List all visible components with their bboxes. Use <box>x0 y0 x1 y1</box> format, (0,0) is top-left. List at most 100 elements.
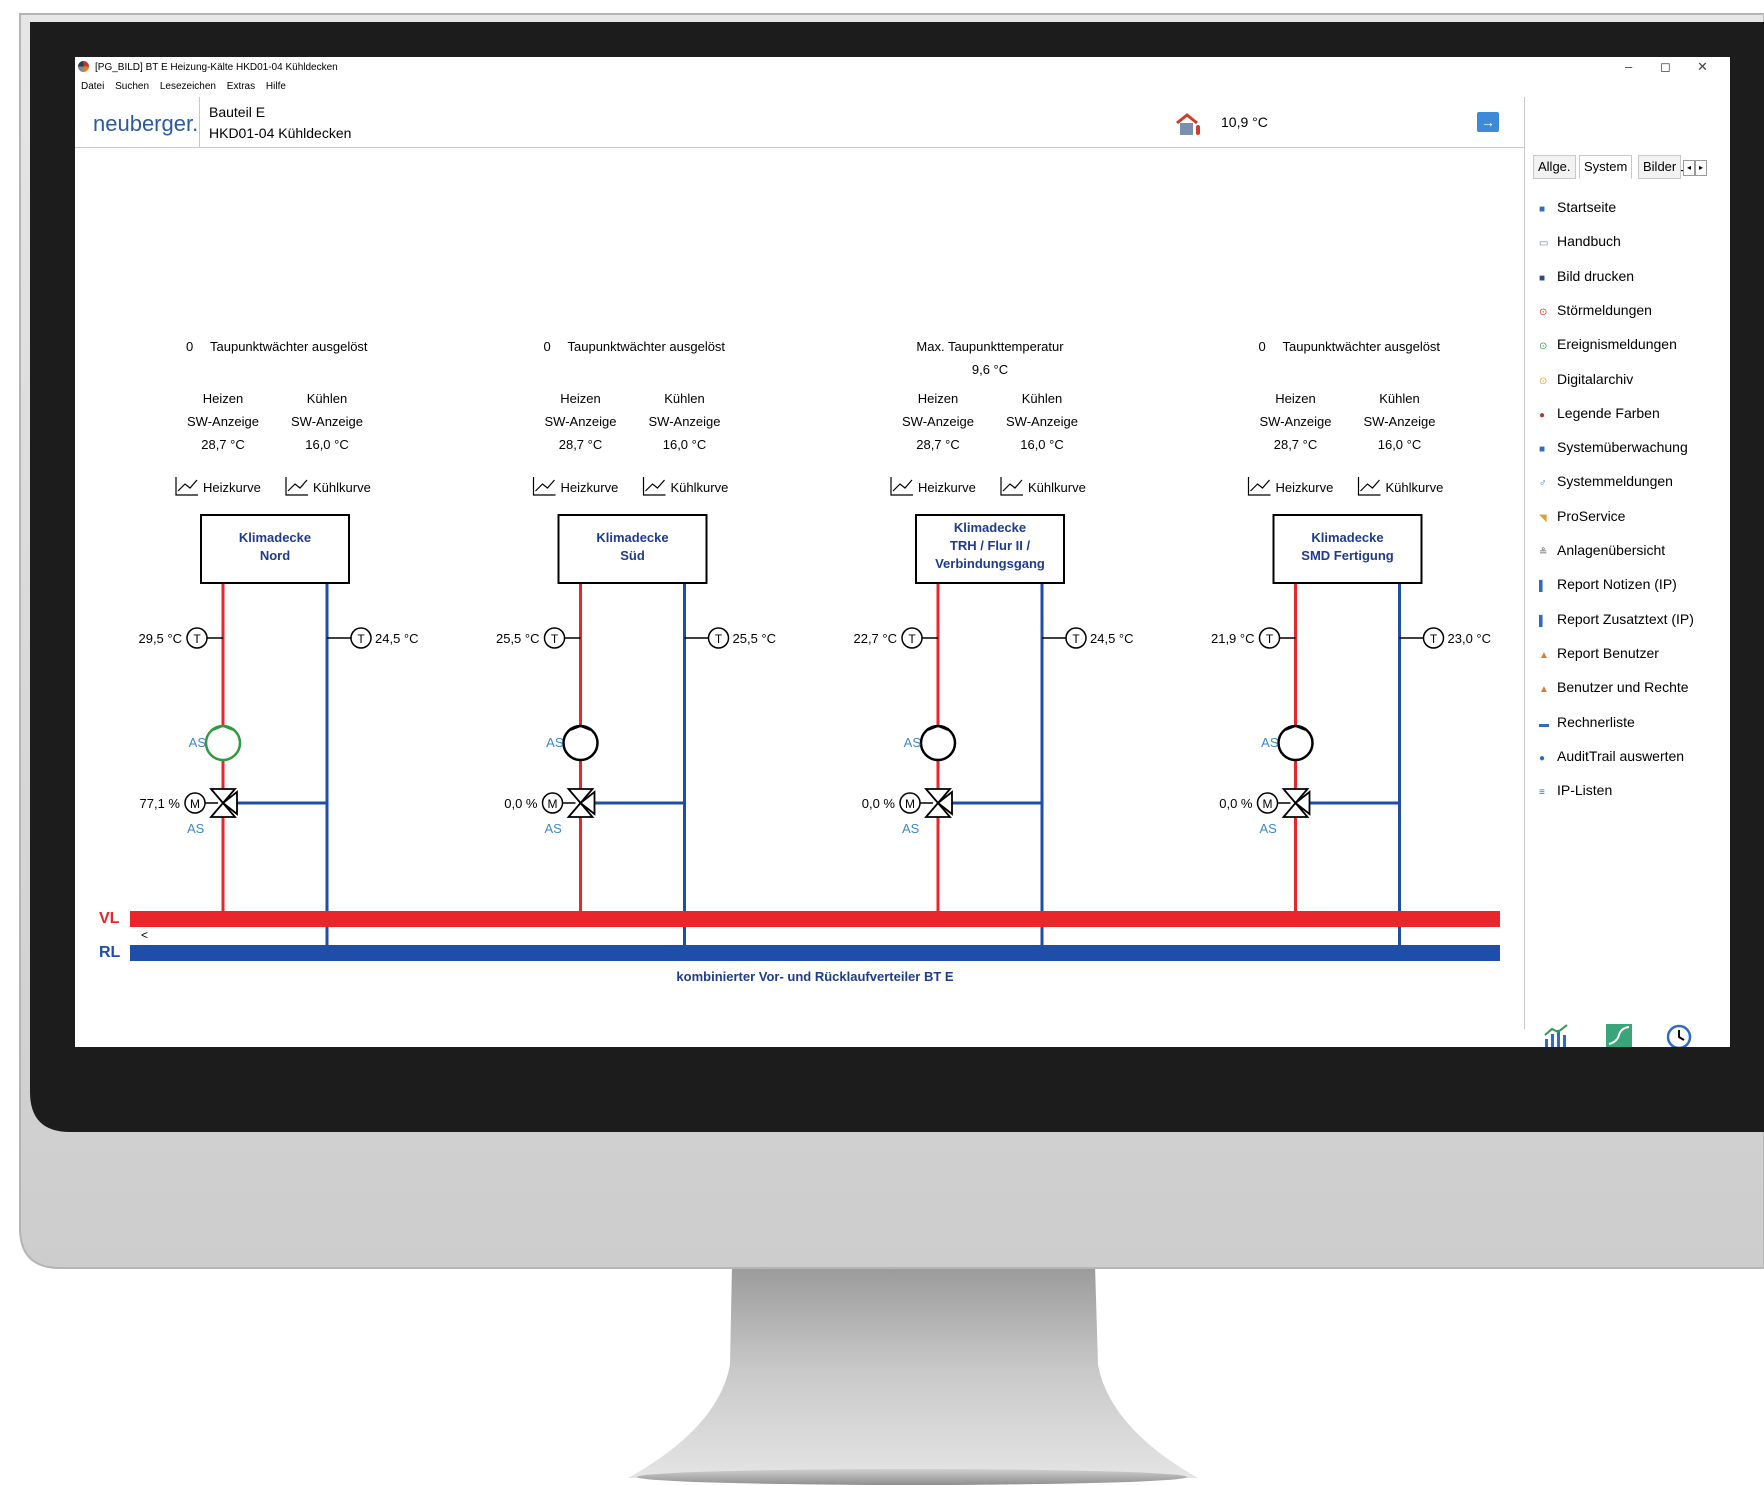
application-screen: [PG_BILD] BT E Heizung-Kälte HKD01-04 Kü… <box>75 57 1730 1047</box>
tab-scroll-right-button[interactable]: ▸ <box>1695 160 1707 176</box>
sidebar-item-ip-listen[interactable]: ≡ IP-Listen <box>1539 780 1612 800</box>
next-page-button[interactable]: → <box>1477 112 1499 132</box>
heating-curve-button: Heizkurve <box>918 480 976 495</box>
sidebar-item-label: Ereignismeldungen <box>1557 336 1677 353</box>
bar-chart-icon[interactable] <box>1543 1023 1571 1047</box>
cooling-curve-icon <box>642 477 666 496</box>
sidebar-item-report-benutzer[interactable]: ▲ Report Benutzer <box>1539 643 1659 663</box>
circulation-pump <box>204 724 242 762</box>
menu-hilfe[interactable]: Hilfe <box>266 81 286 92</box>
heating-curve-icon <box>890 477 913 496</box>
distributor-caption: kombinierter Vor- und Rücklaufverteiler … <box>676 969 953 984</box>
valve-position-value: 77,1 % <box>140 796 181 811</box>
return-temperature-value: 24,5 °C <box>1090 631 1134 646</box>
cooling-curve-button: Kühlkurve <box>313 480 371 495</box>
return-sensor-symbol: T <box>715 632 723 646</box>
heat-label: Heizen <box>918 391 958 406</box>
menu-suchen[interactable]: Suchen <box>115 81 149 92</box>
service-icon: ◥ <box>1539 512 1547 524</box>
heat-setpoint-value: 28,7 °C <box>916 437 960 452</box>
sidebar-item-proservice[interactable]: ◥ ProService <box>1539 506 1625 526</box>
consumer-name-line: TRH / Flur II / <box>950 538 1031 553</box>
home-icon: ■ <box>1539 204 1546 215</box>
maximize-button[interactable]: ◻ <box>1660 59 1671 75</box>
valve-auto-label: AS <box>1260 821 1278 836</box>
heat-setpoint-label: SW-Anzeige <box>544 414 616 429</box>
circulation-pump <box>1277 724 1314 762</box>
page-header: neuberger. Bauteil E HKD01-04 Kühldecken… <box>75 97 1525 148</box>
heat-setpoint-value: 28,7 °C <box>1274 437 1318 452</box>
sidebar-item-störmeldungen[interactable]: ⊙ Störmeldungen <box>1539 300 1652 320</box>
sidebar-item-systemmeldungen[interactable]: ♂ Systemmeldungen <box>1539 471 1673 491</box>
pump-auto-label: AS <box>546 735 564 750</box>
trend-icon[interactable] <box>1605 1023 1633 1047</box>
supply-sensor-symbol: T <box>908 632 916 646</box>
sidebar-item-label: Bild drucken <box>1557 267 1635 284</box>
sidebar-item-bild-drucken[interactable]: ■ Bild drucken <box>1539 266 1634 286</box>
sidebar-item-ereignismeldungen[interactable]: ⊙ Ereignismeldungen <box>1539 334 1677 354</box>
cooling-curve-button: Kühlkurve <box>1028 480 1086 495</box>
sidebar-item-label: Systemmeldungen <box>1557 473 1673 490</box>
cool-setpoint-label: SW-Anzeige <box>648 414 720 429</box>
valve-auto-label: AS <box>187 821 205 836</box>
close-button[interactable]: ✕ <box>1697 59 1708 75</box>
dewpoint-monitor-value: 0 <box>544 339 551 354</box>
menu-datei[interactable]: Datei <box>81 81 104 92</box>
heating-curve-icon <box>1247 477 1271 496</box>
sidebar-item-label: Störmeldungen <box>1557 301 1652 318</box>
heat-label: Heizen <box>1275 391 1315 406</box>
heating-curve-button: Heizkurve <box>203 480 261 495</box>
tab-allgemein[interactable]: Allge. <box>1533 155 1576 179</box>
heat-label: Heizen <box>203 391 243 406</box>
sidebar-item-label: Rechnerliste <box>1557 713 1635 730</box>
sidebar-item-startseite[interactable]: ■ Startseite <box>1539 197 1616 217</box>
circulation-pump <box>919 724 957 762</box>
sidebar-item-handbuch[interactable]: ▭ Handbuch <box>1539 231 1621 251</box>
sidebar-item-systemüberwachung[interactable]: ■ Systemüberwachung <box>1539 437 1688 457</box>
sidebar-item-digitalarchiv[interactable]: ⊙ Digitalarchiv <box>1539 369 1633 389</box>
sidebar-item-label: IP-Listen <box>1557 782 1613 799</box>
valve-position-value: 0,0 % <box>504 796 538 811</box>
sidebar-item-label: Systemüberwachung <box>1557 439 1688 456</box>
sidebar-item-rechnerliste[interactable]: ▬ Rechnerliste <box>1539 712 1635 732</box>
menu-lesezeichen[interactable]: Lesezeichen <box>160 81 216 92</box>
return-temperature-value: 23,0 °C <box>1448 631 1492 646</box>
sidebar-item-audittrail-auswerten[interactable]: ● AuditTrail auswerten <box>1539 746 1684 766</box>
tab-system[interactable]: System <box>1579 155 1633 179</box>
network-icon: ♂ <box>1539 478 1547 490</box>
consumer-name-line: Verbindungsgang <box>935 556 1045 571</box>
valve-auto-label: AS <box>902 821 920 836</box>
return-temperature-value: 25,5 °C <box>733 631 777 646</box>
sidebar-item-label: Digitalarchiv <box>1557 370 1634 387</box>
heat-label: Heizen <box>560 391 600 406</box>
event-icon: ⊙ <box>1539 341 1548 353</box>
sidebar-item-report-zusatztext-ip[interactable]: ▌ Report Zusatztext (IP) <box>1539 609 1694 629</box>
clock-icon[interactable] <box>1665 1023 1693 1047</box>
dewpoint-monitor-label: Taupunktwächter ausgelöst <box>568 339 726 354</box>
menu-extras[interactable]: Extras <box>227 81 255 92</box>
pump-auto-label: AS <box>1261 735 1279 750</box>
tab-bilder[interactable]: Bilder <box>1638 155 1682 179</box>
breadcrumb-building[interactable]: Bauteil E <box>209 104 265 120</box>
heating-curve-icon <box>532 477 556 496</box>
minimize-button[interactable]: – <box>1625 59 1632 74</box>
valve-position-value: 0,0 % <box>862 796 896 811</box>
flow-direction-marker: < <box>141 928 148 942</box>
consumer-name-line: Klimadecke <box>239 530 311 545</box>
printer-icon: ■ <box>1539 272 1546 284</box>
sidebar-item-report-notizen-ip[interactable]: ▌ Report Notizen (IP) <box>1539 574 1677 594</box>
cool-setpoint-value: 16,0 °C <box>1378 437 1422 452</box>
supply-sensor-symbol: T <box>193 632 201 646</box>
report-text-icon: ▌ <box>1539 615 1547 627</box>
hydraulic-schematic: 0 Taupunktwächter ausgelöst Heizen Kühlen SW… <box>99 339 1500 984</box>
alarm-icon: ⊙ <box>1539 306 1548 318</box>
supply-header-label: VL <box>99 910 120 927</box>
sidebar-item-benutzer-und-rechte[interactable]: ▲ Benutzer und Rechte <box>1539 677 1689 697</box>
tab-scroll-left-button[interactable]: ◂ <box>1683 160 1695 176</box>
sidebar-item-legende-farben[interactable]: ● Legende Farben <box>1539 403 1660 423</box>
consumer-name-line: Klimadecke <box>954 520 1026 535</box>
sidebar-item-anlagenübersicht[interactable]: ≗ Anlagenübersicht <box>1539 540 1665 560</box>
heat-setpoint-label: SW-Anzeige <box>187 414 259 429</box>
palette-icon: ● <box>1539 409 1546 421</box>
breadcrumb-plant: HKD01-04 Kühldecken <box>209 125 352 141</box>
